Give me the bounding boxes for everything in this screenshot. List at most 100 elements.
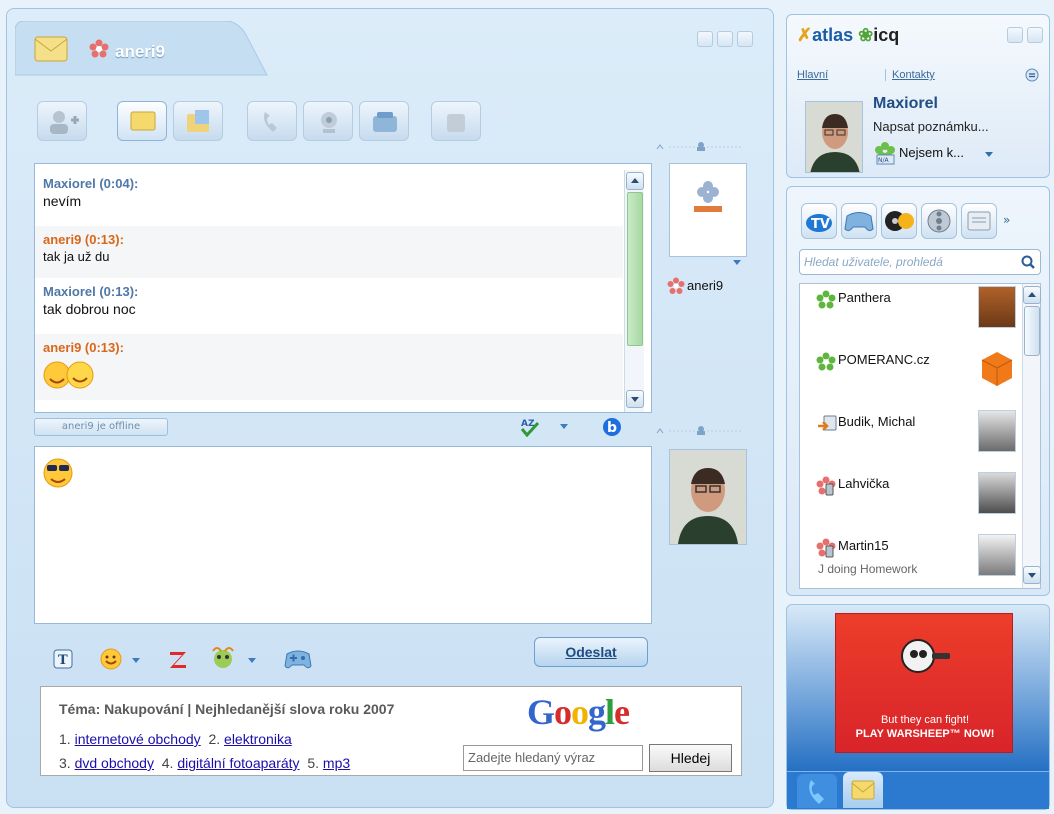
avatar-dropdown-icon[interactable] — [732, 259, 742, 267]
partner-avatar — [669, 163, 747, 257]
ad-link-number: 3. — [59, 755, 71, 771]
phone-tab[interactable] — [797, 774, 837, 808]
message-compose-area[interactable] — [34, 446, 652, 624]
icq-contact-list-panel: TV » Hledat uživatele, prohledá Panthera… — [786, 186, 1050, 596]
cool-smiley-icon — [43, 458, 73, 488]
brand-logo: ✗atlas ❀icq — [797, 25, 900, 45]
scroll-thumb[interactable] — [627, 192, 643, 346]
icq-bottom-panel: But they can fight! PLAY WARSHEEP™ NOW! — [786, 604, 1050, 810]
contact-scroll-up-button[interactable] — [1023, 286, 1041, 304]
contact-item[interactable]: Panthera — [802, 284, 1030, 346]
own-user-avatar[interactable] — [805, 101, 863, 173]
contact-item[interactable]: Budik, Michal — [802, 408, 1030, 470]
warsheep-ad-banner[interactable]: But they can fight! PLAY WARSHEEP™ NOW! — [835, 613, 1013, 753]
google-search-button[interactable]: Hledej — [649, 744, 732, 772]
contact-scroll-thumb[interactable] — [1024, 306, 1040, 356]
spellcheck-icon[interactable]: AZ — [519, 417, 541, 437]
ad-link-number: 4. — [161, 755, 174, 771]
video-app-button[interactable] — [921, 203, 957, 239]
history-scrollbar[interactable] — [624, 170, 644, 412]
scroll-up-button[interactable] — [626, 172, 644, 190]
collapse-own-avatar-toggle[interactable] — [655, 425, 745, 437]
ad-link[interactable]: mp3 — [323, 755, 350, 771]
icq-flower-offline-icon — [89, 39, 109, 58]
user-photo — [670, 450, 746, 544]
own-user-name: Maxiorel — [873, 95, 938, 112]
bold-format-icon[interactable]: b — [601, 417, 623, 437]
add-contact-button[interactable] — [37, 101, 87, 141]
collapse-avatar-toggle[interactable] — [655, 141, 745, 153]
contact-search-input[interactable]: Hledat uživatele, prohledá — [799, 249, 1041, 275]
search-icon[interactable] — [1021, 255, 1035, 269]
games-app-button[interactable] — [841, 203, 877, 239]
maximize-button[interactable] — [717, 31, 733, 47]
minimize-button[interactable] — [697, 31, 713, 47]
scroll-down-button[interactable] — [626, 390, 644, 408]
arrow-up-icon — [631, 178, 639, 183]
spellcheck-dropdown-icon[interactable] — [559, 423, 569, 431]
contact-list-scrollbar[interactable] — [1022, 284, 1041, 588]
ad-topic: Téma: Nakupování | Nejhledanější slova r… — [59, 701, 395, 717]
send-button[interactable]: Odeslat — [534, 637, 648, 667]
note-prompt[interactable]: Napsat poznámku... — [873, 119, 989, 134]
menu-icon[interactable] — [1025, 68, 1039, 82]
text-format-icon[interactable]: T — [53, 649, 73, 669]
status-na-icon[interactable]: N/A — [873, 141, 897, 165]
games-button[interactable] — [431, 101, 481, 141]
contact-name: Budik, Michal — [838, 414, 916, 429]
contact-avatar — [978, 534, 1016, 576]
icq-minimize-button[interactable] — [1007, 27, 1023, 43]
flower-mobile-icon — [816, 476, 836, 496]
message-sender: Maxiorel (0:04): — [43, 176, 139, 191]
sms-phone-button[interactable] — [359, 101, 409, 141]
contact-avatar — [978, 410, 1016, 452]
smiley-picker-icon[interactable] — [99, 647, 123, 671]
ad-link-number: 2. — [208, 731, 221, 747]
contact-item[interactable]: Lahvička — [802, 470, 1030, 532]
cd-music-icon — [885, 211, 914, 231]
svg-text:T: T — [58, 653, 68, 668]
ad-link[interactable]: digitální fotoaparáty — [177, 755, 299, 771]
contact-scroll-down-button[interactable] — [1023, 566, 1041, 584]
webcam-button[interactable] — [303, 101, 353, 141]
google-search-input[interactable]: Zadejte hledaný výraz — [463, 745, 643, 771]
ad-link[interactable]: internetové obchody — [75, 731, 201, 747]
ad-link[interactable]: dvd obchody — [75, 755, 154, 771]
message-history: Maxiorel (0:04): nevím aneri9 (0:13): ta… — [34, 163, 652, 413]
svg-text:b: b — [607, 420, 617, 436]
svg-text:TV: TV — [811, 217, 830, 232]
message-sender: aneri9 (0:13): — [43, 232, 124, 247]
icq-header-panel: ✗atlas ❀icq Hlavní Kontakty Maxiorel Nap… — [786, 14, 1050, 178]
nav-contacts[interactable]: Kontakty — [885, 69, 935, 81]
notepad-icon — [967, 211, 991, 231]
icq-flower-offline-icon — [667, 277, 685, 294]
message-item: Maxiorel (0:04): nevím — [35, 176, 623, 209]
voice-call-button[interactable] — [247, 101, 297, 141]
messages-tab[interactable] — [843, 772, 883, 808]
notes-app-button[interactable] — [961, 203, 997, 239]
wink-dropdown-icon[interactable] — [247, 657, 257, 665]
contact-item[interactable]: Martin15 J doing Homework — [802, 532, 1030, 594]
nudge-zumbido-icon[interactable] — [167, 649, 189, 671]
partner-name-label: aneri9 — [687, 278, 724, 293]
nav-main[interactable]: Hlavní — [797, 69, 828, 81]
tv-app-button[interactable]: TV — [801, 203, 837, 239]
close-button[interactable] — [737, 31, 753, 47]
icq-close-button[interactable] — [1027, 27, 1043, 43]
smiley-dropdown-icon[interactable] — [131, 657, 141, 665]
status-dropdown-icon[interactable] — [984, 151, 994, 159]
own-status-label[interactable]: Nejsem k... — [899, 145, 964, 160]
message-mode-button[interactable] — [117, 101, 167, 141]
chat-contact-title: aneri9 — [115, 42, 166, 61]
music-app-button[interactable] — [881, 203, 917, 239]
more-apps-chevron-icon[interactable]: » — [1003, 213, 1010, 227]
send-file-button[interactable] — [173, 101, 223, 141]
game-controller-icon[interactable] — [283, 646, 313, 672]
ad-link[interactable]: elektronika — [224, 731, 292, 747]
brand-icq: icq — [873, 25, 900, 45]
message-text: tak ja už du — [43, 249, 110, 264]
msn-contact-icon — [818, 415, 837, 431]
default-avatar-icon — [694, 181, 722, 212]
animated-wink-icon[interactable] — [209, 645, 239, 671]
contact-item[interactable]: POMERANC.cz — [802, 346, 1030, 408]
